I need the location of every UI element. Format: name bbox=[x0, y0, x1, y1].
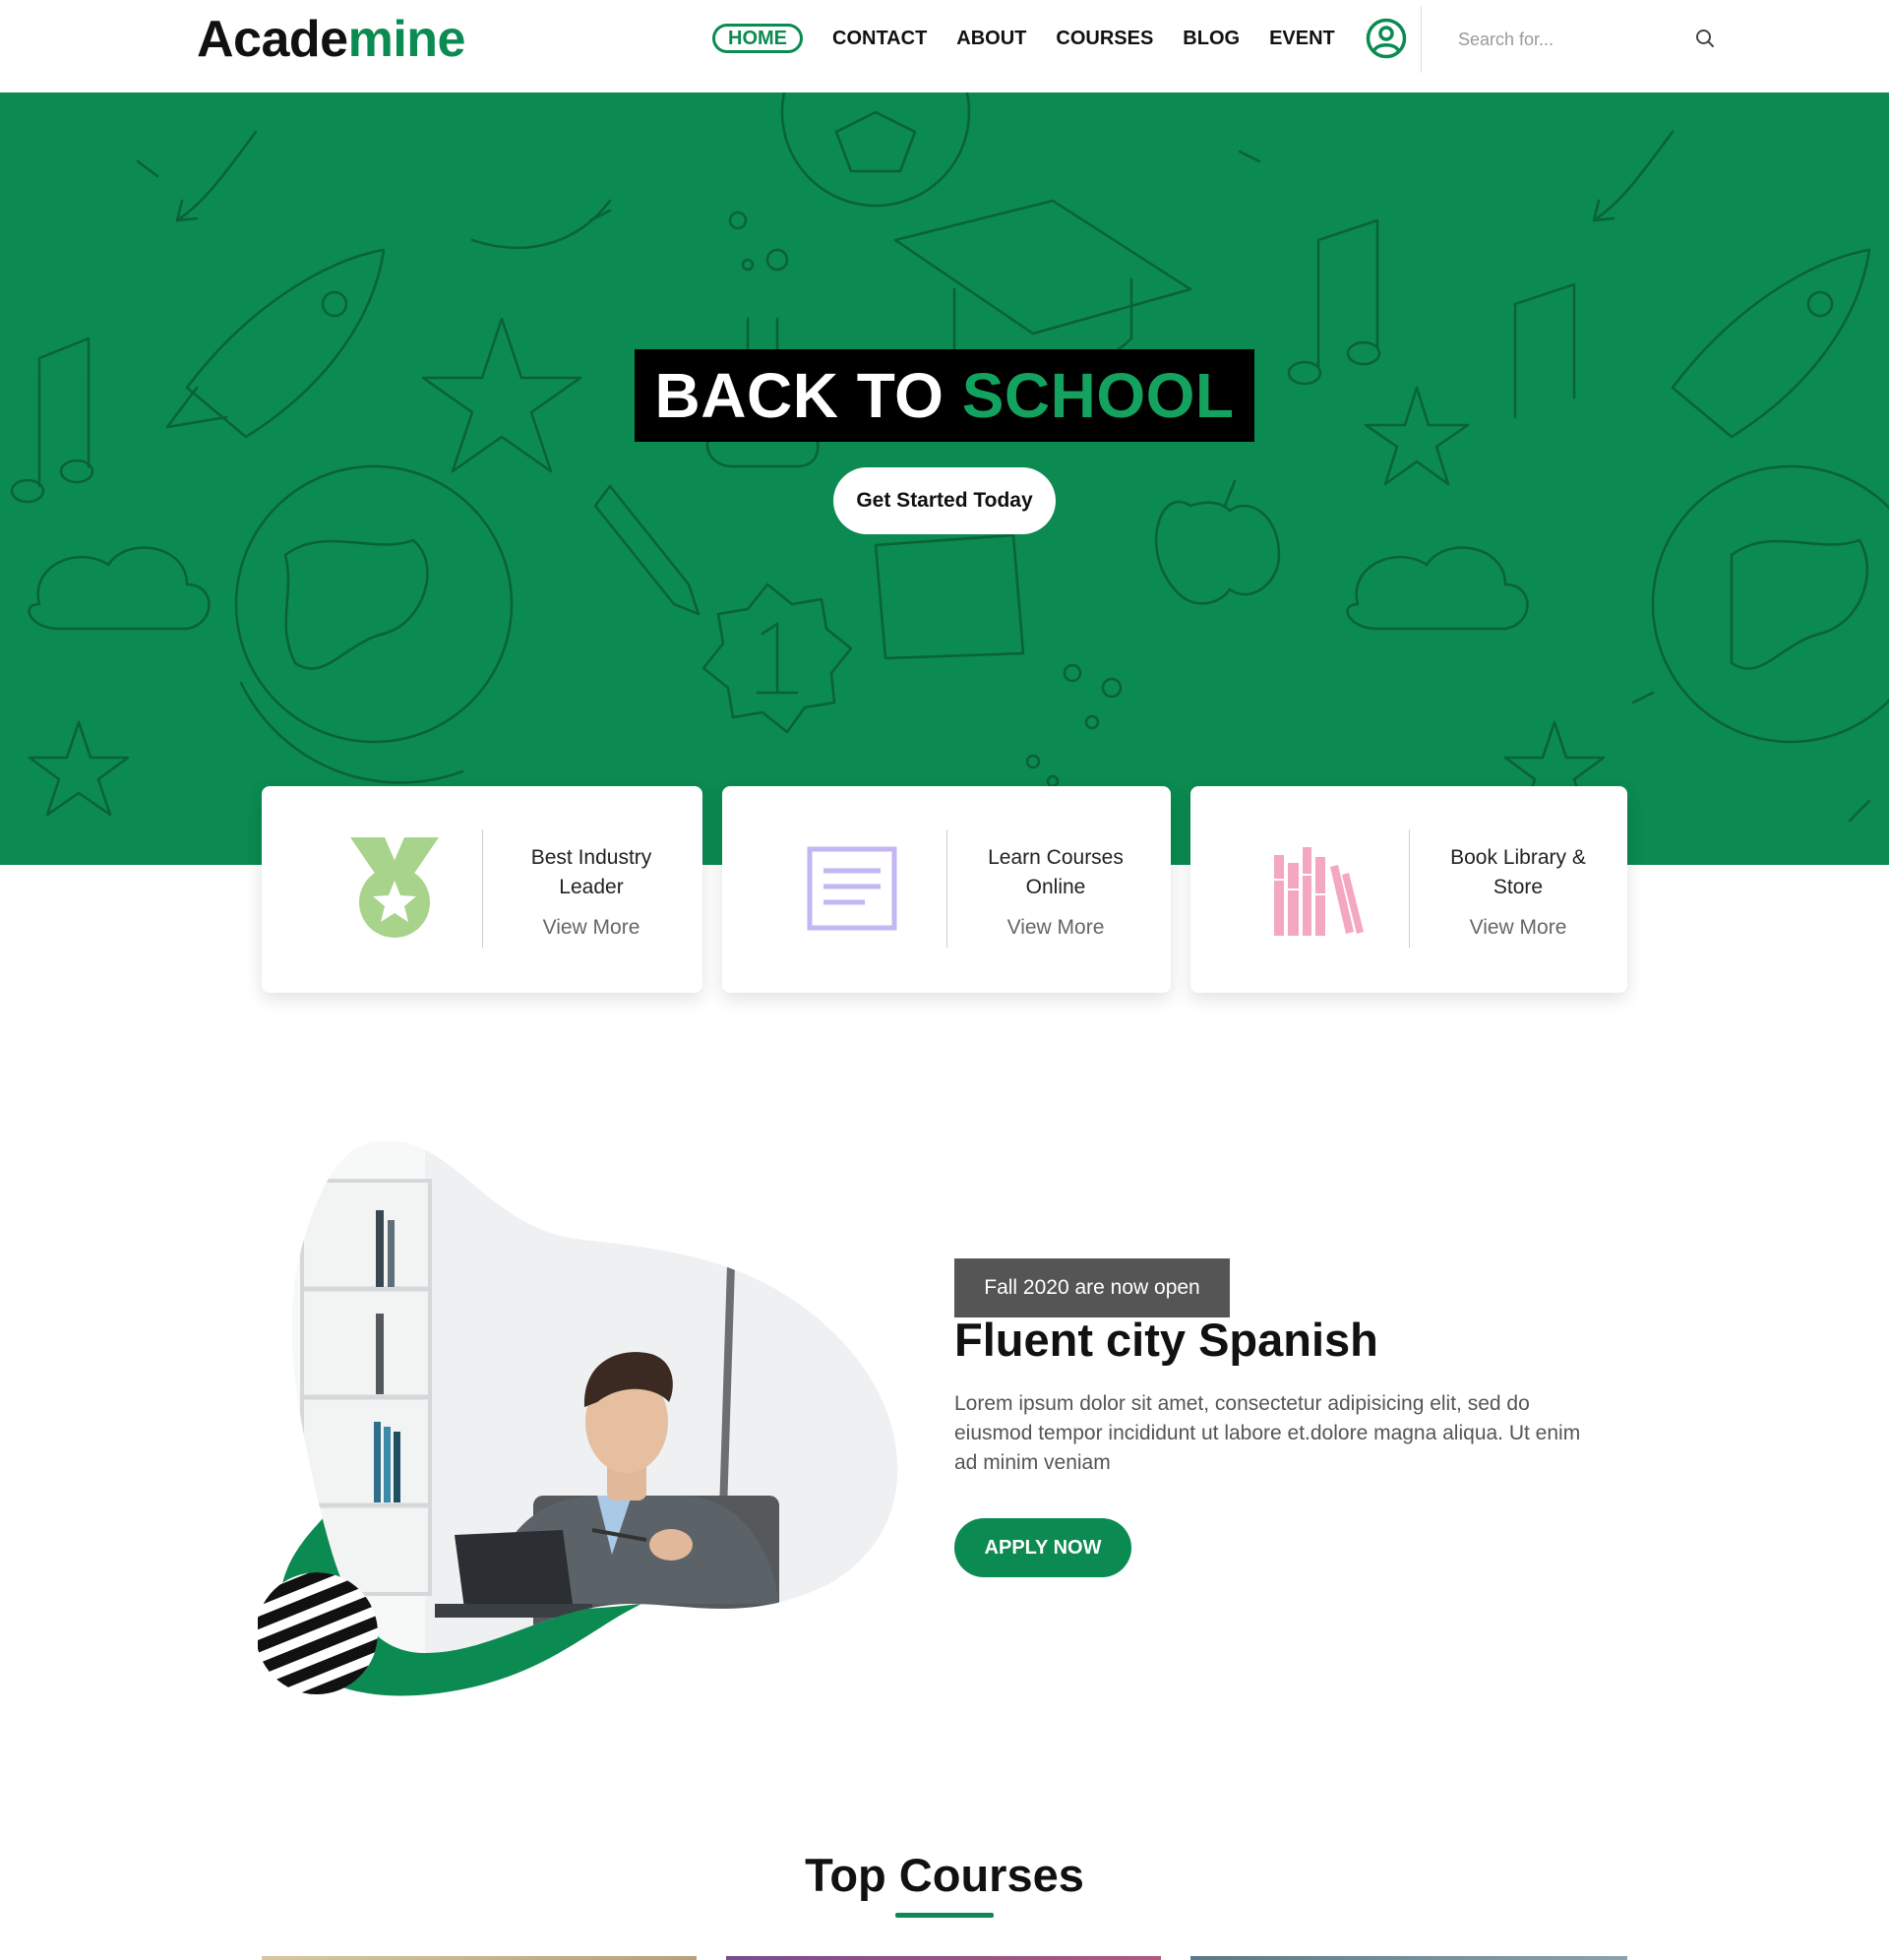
user-icon[interactable] bbox=[1366, 18, 1407, 59]
card-title: Best Industry Leader bbox=[530, 846, 652, 898]
hero-banner: BACK TO SCHOOL Get Started Today bbox=[0, 92, 1889, 865]
get-started-button[interactable]: Get Started Today bbox=[833, 467, 1056, 534]
medal-icon bbox=[350, 837, 439, 938]
card-text: Book Library & Store View More bbox=[1425, 843, 1612, 940]
section-title-top-courses: Top Courses bbox=[805, 1849, 1084, 1901]
teacher-photo-blob bbox=[258, 1141, 898, 1702]
logo-text-dark: Acade bbox=[197, 11, 348, 68]
card-divider bbox=[946, 829, 947, 948]
hero-title-white: BACK TO bbox=[654, 360, 944, 431]
feature-card-book-library[interactable]: Book Library & Store View More bbox=[1190, 786, 1627, 993]
books-icon bbox=[1274, 847, 1364, 936]
apply-now-button[interactable]: APPLY NOW bbox=[954, 1518, 1131, 1577]
course-card-top-edge bbox=[1190, 1956, 1627, 1960]
course-card-top-edge bbox=[262, 1956, 697, 1960]
view-more-link[interactable]: View More bbox=[498, 916, 685, 940]
nav-blog[interactable]: BLOG bbox=[1183, 24, 1240, 53]
nav-contact[interactable]: CONTACT bbox=[832, 24, 927, 53]
card-title: Book Library & Store bbox=[1450, 846, 1586, 898]
site-header: Academine HOME CONTACT ABOUT COURSES BLO… bbox=[0, 0, 1889, 92]
document-icon bbox=[807, 846, 897, 931]
section-title-underline bbox=[895, 1913, 994, 1918]
hero-title: BACK TO SCHOOL bbox=[635, 349, 1254, 442]
site-logo[interactable]: Academine bbox=[197, 10, 465, 69]
hero-title-green: SCHOOL bbox=[961, 360, 1235, 431]
view-more-link[interactable]: View More bbox=[962, 916, 1149, 940]
card-divider bbox=[482, 829, 483, 948]
nav-courses[interactable]: COURSES bbox=[1056, 24, 1153, 53]
course-title: Fluent city Spanish bbox=[954, 1314, 1378, 1366]
card-text: Best Industry Leader View More bbox=[498, 843, 685, 940]
search-icon[interactable] bbox=[1694, 28, 1716, 49]
search-input[interactable] bbox=[1456, 22, 1692, 57]
nav-about[interactable]: ABOUT bbox=[956, 24, 1026, 53]
card-title: Learn Courses Online bbox=[988, 846, 1124, 898]
header-divider bbox=[1421, 6, 1422, 73]
feature-card-learn-online[interactable]: Learn Courses Online View More bbox=[722, 786, 1171, 993]
enrollment-badge: Fall 2020 are now open bbox=[954, 1258, 1230, 1317]
main-nav: HOME CONTACT ABOUT COURSES BLOG EVENT bbox=[712, 24, 1365, 53]
nav-home[interactable]: HOME bbox=[712, 24, 803, 53]
course-description: Lorem ipsum dolor sit amet, consectetur … bbox=[954, 1392, 1581, 1474]
nav-event[interactable]: EVENT bbox=[1269, 24, 1335, 53]
card-text: Learn Courses Online View More bbox=[962, 843, 1149, 940]
card-divider bbox=[1409, 829, 1410, 948]
logo-text-green: mine bbox=[347, 11, 466, 68]
course-card-top-edge bbox=[726, 1956, 1161, 1960]
feature-card-industry-leader[interactable]: Best Industry Leader View More bbox=[262, 786, 702, 993]
view-more-link[interactable]: View More bbox=[1425, 916, 1612, 940]
